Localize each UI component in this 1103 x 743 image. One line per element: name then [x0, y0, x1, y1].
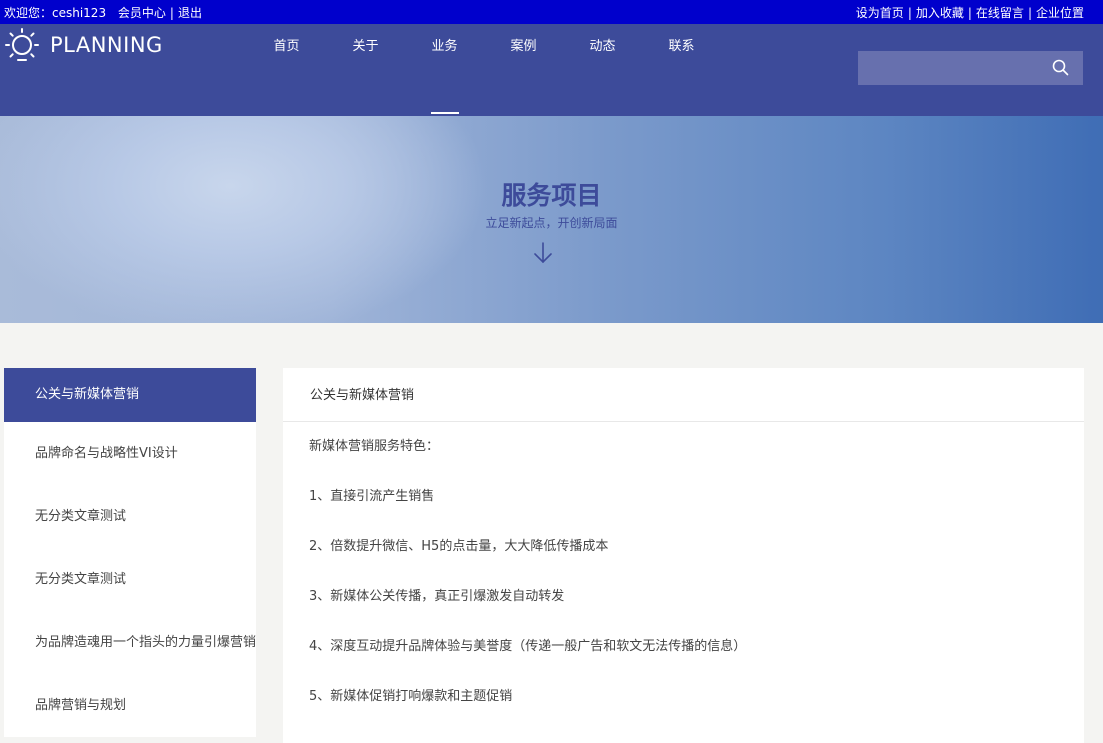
content-line: 5、新媒体促销打响爆款和主题促销: [309, 689, 513, 704]
nav-label: 业务: [431, 39, 458, 54]
nav-cases[interactable]: 案例: [484, 24, 563, 70]
nav-label: 案例: [510, 39, 537, 54]
content-body: 新媒体营销服务特色： 1、直接引流产生销售 2、倍数提升微信、H5的点击量，大大…: [283, 422, 1084, 732]
main-nav: 首页 关于 业务 案例 动态 联系: [247, 24, 721, 114]
banner-title: 服务项目: [501, 181, 602, 210]
member-center-link[interactable]: 会员中心: [118, 6, 166, 20]
arrow-down-icon[interactable]: [533, 241, 553, 269]
nav-home[interactable]: 首页: [247, 24, 326, 70]
content-line: 4、深度互动提升品牌体验与美誉度（传递一般广告和软文无法传播的信息）: [309, 639, 747, 654]
top-bar: 欢迎您：ceshi123 会员中心 | 退出 设为首页 | 加入收藏 | 在线留言 | 企业位置: [0, 0, 1103, 24]
nav-label: 动态: [589, 39, 616, 54]
banner-subtitle: 立足新起点，开创新局面: [485, 216, 618, 230]
separator: |: [907, 6, 912, 20]
lightbulb-icon: [4, 27, 40, 67]
search-input[interactable]: [858, 53, 1058, 83]
sidebar-item-brand-planning[interactable]: 品牌营销与规划: [4, 674, 256, 737]
company-location-link[interactable]: 企业位置: [1036, 6, 1084, 20]
nav-label: 关于: [352, 39, 379, 54]
logout-link[interactable]: 退出: [178, 6, 202, 20]
sidebar-item-uncategorized-1[interactable]: 无分类文章测试: [4, 485, 256, 548]
content-line: 2、倍数提升微信、H5的点击量，大大降低传播成本: [309, 539, 609, 554]
nav-label: 首页: [273, 39, 300, 54]
nav-label: 联系: [668, 39, 695, 54]
category-sidebar: 公关与新媒体营销 品牌命名与战略性VI设计 无分类文章测试 无分类文章测试 为品…: [4, 368, 256, 737]
top-bar-left: 欢迎您：ceshi123 会员中心 | 退出: [4, 4, 202, 21]
set-home-link[interactable]: 设为首页: [856, 6, 904, 20]
top-bar-right: 设为首页 | 加入收藏 | 在线留言 | 企业位置: [856, 4, 1084, 21]
sidebar-item-uncategorized-2[interactable]: 无分类文章测试: [4, 548, 256, 611]
add-favorite-link[interactable]: 加入收藏: [916, 6, 964, 20]
content-line: 1、直接引流产生销售: [309, 489, 435, 504]
welcome-text: 欢迎您：ceshi123: [4, 6, 107, 20]
nav-business[interactable]: 业务: [405, 24, 484, 114]
content-heading: 公关与新媒体营销: [283, 368, 1084, 422]
active-nav-indicator: [431, 112, 459, 114]
sidebar-item-brand-soul[interactable]: 为品牌造魂用一个指头的力量引爆营销: [4, 611, 256, 674]
logo-text: PLANNING: [50, 33, 163, 57]
content-line: 新媒体营销服务特色：: [309, 439, 440, 454]
search-icon[interactable]: [1052, 59, 1069, 80]
nav-about[interactable]: 关于: [326, 24, 405, 70]
logo[interactable]: PLANNING: [4, 27, 163, 67]
page-banner: 服务项目 立足新起点，开创新局面: [0, 116, 1103, 323]
separator: |: [1027, 6, 1032, 20]
article-content: 公关与新媒体营销 新媒体营销服务特色： 1、直接引流产生销售 2、倍数提升微信、…: [283, 368, 1084, 743]
nav-contact[interactable]: 联系: [642, 24, 721, 70]
separator: |: [967, 6, 972, 20]
online-message-link[interactable]: 在线留言: [976, 6, 1024, 20]
sidebar-item-brand-naming[interactable]: 品牌命名与战略性VI设计: [4, 422, 256, 485]
separator: |: [169, 6, 174, 20]
content-line: 3、新媒体公关传播，真正引爆激发自动转发: [309, 589, 565, 604]
header: PLANNING 首页 关于 业务 案例 动态 联系: [0, 24, 1103, 116]
nav-news[interactable]: 动态: [563, 24, 642, 70]
search-box: [858, 51, 1083, 85]
sidebar-item-pr-new-media[interactable]: 公关与新媒体营销: [4, 368, 256, 422]
